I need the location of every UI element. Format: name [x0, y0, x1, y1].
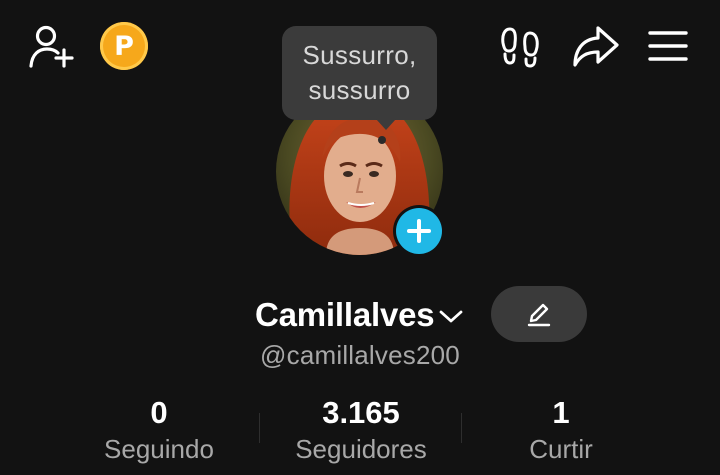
coin-button[interactable]: P — [100, 22, 148, 70]
chevron-down-icon — [440, 310, 463, 323]
share-icon — [573, 26, 619, 67]
stat-value: 1 — [552, 395, 570, 430]
share-button[interactable] — [570, 22, 622, 70]
stat-likes[interactable]: 1 Curtir — [461, 395, 661, 467]
edit-profile-button[interactable] — [491, 286, 587, 342]
footprints-icon — [501, 27, 539, 68]
profile-name: Camillalves — [255, 296, 435, 333]
stat-label: Seguidores — [295, 434, 427, 464]
profile-stats: 0 Seguindo 3.165 Seguidores 1 Curtir — [0, 395, 720, 475]
stat-label: Seguindo — [104, 434, 214, 464]
profile-handle: @camillalves200 — [260, 340, 460, 370]
profile-views-button[interactable] — [498, 24, 542, 68]
whisper-tooltip: Sussurro, sussurro — [282, 26, 437, 130]
coin-icon: P — [114, 30, 134, 62]
tooltip-line-1: Sussurro, — [302, 40, 417, 70]
stat-following[interactable]: 0 Seguindo — [59, 395, 259, 467]
menu-icon — [648, 31, 688, 61]
add-photo-button[interactable] — [393, 205, 445, 257]
stat-followers[interactable]: 3.165 Seguidores — [261, 395, 461, 467]
add-photo-badge — [396, 208, 442, 254]
add-friend-icon — [29, 25, 74, 68]
pencil-icon — [527, 303, 551, 327]
account-switcher[interactable]: Camillalves — [255, 293, 464, 337]
stat-divider — [259, 413, 260, 443]
stat-value: 0 — [150, 395, 168, 430]
stat-label: Curtir — [529, 434, 593, 464]
add-friend-button[interactable] — [26, 22, 78, 70]
plus-icon — [407, 219, 431, 243]
tooltip-line-2: sussurro — [308, 75, 411, 105]
stat-value: 3.165 — [322, 395, 400, 430]
menu-button[interactable] — [646, 26, 690, 66]
